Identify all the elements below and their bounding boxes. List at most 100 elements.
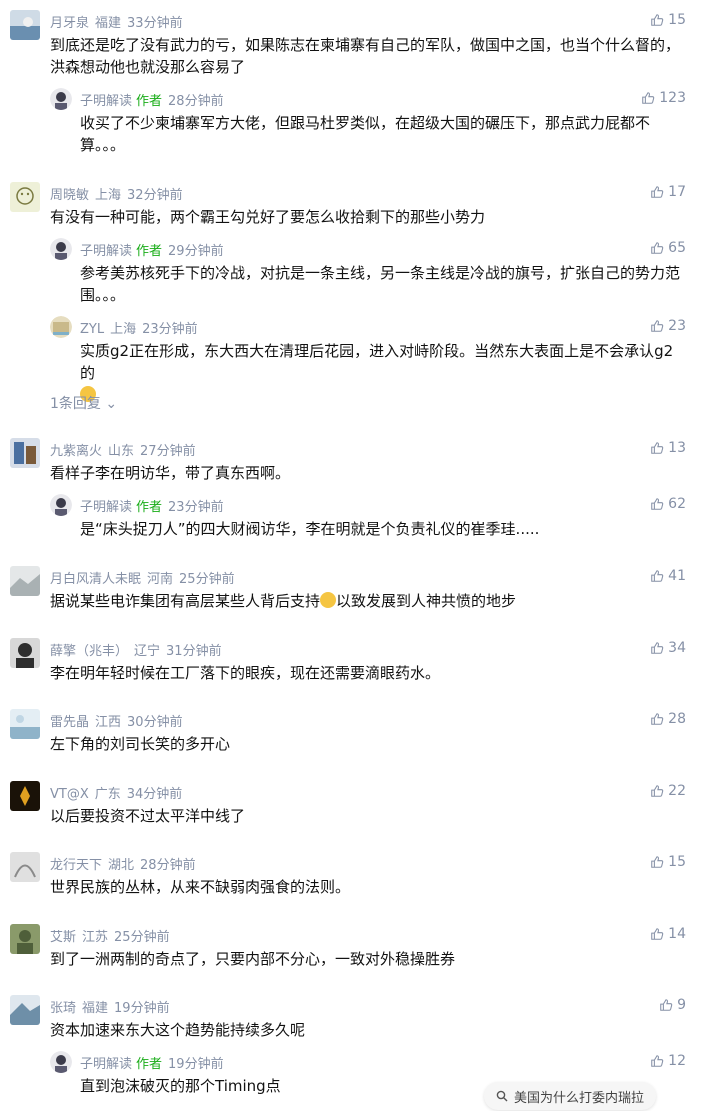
comment-text: 看样子李在明访华，带了真东西啊。 xyxy=(50,464,291,482)
user-name[interactable]: 月牙泉 xyxy=(50,16,89,31)
like-button[interactable]: 22 xyxy=(650,783,686,799)
user-name[interactable]: 九紫离火 xyxy=(50,444,102,459)
like-button[interactable]: 13 xyxy=(650,440,686,456)
like-count: 13 xyxy=(668,440,686,456)
like-button[interactable]: 14 xyxy=(650,926,686,942)
avatar[interactable] xyxy=(10,995,40,1025)
like-button[interactable]: 17 xyxy=(650,184,686,200)
like-count: 15 xyxy=(668,854,686,870)
comment-text: 资本加速来东大这个趋势能持续多久呢 xyxy=(50,1021,306,1039)
user-name[interactable]: 雷先晶 xyxy=(50,715,89,730)
comment-text: 是“床头捉刀人”的四大财阀访华，李在明就是个负责礼仪的崔季珪..... xyxy=(80,520,540,538)
thumbs-up-icon xyxy=(651,1055,664,1067)
user-name[interactable]: 月白风清人未眠 xyxy=(50,572,141,587)
more-replies-link[interactable]: 1条回复 ⌄ xyxy=(50,393,117,413)
avatar[interactable] xyxy=(50,88,72,110)
user-name[interactable]: 张琦 xyxy=(50,1001,76,1016)
timestamp: 32分钟前 xyxy=(127,188,183,203)
like-button[interactable]: 15 xyxy=(650,854,686,870)
reply-item: ZYL 上海 23分钟前 实质g2正在形成，东大西大在清理后花园，进入对峙阶段。当然… xyxy=(0,316,704,402)
like-count: 123 xyxy=(659,90,686,106)
avatar[interactable] xyxy=(10,10,40,40)
author-tag: 作者 xyxy=(136,244,163,259)
avatar[interactable] xyxy=(10,924,40,954)
like-button[interactable]: 34 xyxy=(650,640,686,656)
search-suggestion-button[interactable]: 美国为什么打委内瑞拉 xyxy=(484,1082,657,1110)
user-name[interactable]: 子明解读 xyxy=(80,500,132,515)
like-button[interactable]: 23 xyxy=(650,318,686,334)
avatar[interactable] xyxy=(10,709,40,739)
comment-text-body: 实质g2正在形成，东大西大在清理后花园，进入对峙阶段。当然东大表面上是不会承认g… xyxy=(80,342,674,382)
timestamp: 31分钟前 xyxy=(166,644,222,659)
comment-text: 到底还是吃了没有武力的亏，如果陈志在柬埔寨有自己的军队，做国中之国，也当个什么督… xyxy=(50,36,681,76)
user-name[interactable]: 子明解读 xyxy=(80,244,132,259)
avatar[interactable] xyxy=(50,238,72,260)
location: 江苏 xyxy=(82,930,109,945)
thumbs-up-icon xyxy=(651,242,664,254)
location: 广东 xyxy=(94,787,121,802)
author-tag: 作者 xyxy=(136,1057,163,1072)
timestamp: 25分钟前 xyxy=(179,572,235,587)
timestamp: 25分钟前 xyxy=(114,930,170,945)
like-button[interactable]: 123 xyxy=(641,90,686,106)
comment-item: 艾斯 江苏 25分钟前 到了一洲两制的奇点了，只要内部不分心，一致对外稳操胜券 14 xyxy=(0,924,704,974)
comment-meta: 子明解读 作者 19分钟前 xyxy=(80,1053,224,1072)
comment-item: 龙行天下 湖北 28分钟前 世界民族的丛林，从来不缺弱肉强食的法则。 15 xyxy=(0,852,704,902)
avatar[interactable] xyxy=(10,781,40,811)
user-name[interactable]: 薛擎（兆丰） xyxy=(50,644,128,659)
avatar[interactable] xyxy=(10,852,40,882)
avatar[interactable] xyxy=(50,1051,72,1073)
comment-meta: VT@X 广东 34分钟前 xyxy=(50,783,182,802)
comment-text: 以后要投资不过太平洋中线了 xyxy=(50,807,246,825)
timestamp: 30分钟前 xyxy=(127,715,183,730)
location: 河南 xyxy=(147,572,174,587)
comment-text: 李在明年轻时候在工厂落下的眼疾，现在还需要滴眼药水。 xyxy=(50,664,441,682)
like-button[interactable]: 65 xyxy=(650,240,686,256)
comment-text: 收买了不少柬埔寨军方大佬，但跟马杜罗类似，在超级大国的碾压下，那点武力屁都不算。… xyxy=(80,114,651,154)
like-button[interactable]: 15 xyxy=(650,12,686,28)
avatar[interactable] xyxy=(10,566,40,596)
location: 山东 xyxy=(108,444,135,459)
like-count: 62 xyxy=(668,496,686,512)
like-count: 65 xyxy=(668,240,686,256)
like-count: 41 xyxy=(668,568,686,584)
avatar[interactable] xyxy=(10,638,40,668)
thumbs-up-icon xyxy=(651,713,664,725)
comment-text: 实质g2正在形成，东大西大在清理后花园，进入对峙阶段。当然东大表面上是不会承认g… xyxy=(80,340,680,406)
user-name[interactable]: 艾斯 xyxy=(50,930,76,945)
user-name[interactable]: 子明解读 xyxy=(80,1057,132,1072)
like-button[interactable]: 12 xyxy=(650,1053,686,1069)
comment-meta: 子明解读 作者 29分钟前 xyxy=(80,240,224,259)
user-name[interactable]: 龙行天下 xyxy=(50,858,102,873)
like-count: 12 xyxy=(668,1053,686,1069)
location: 福建 xyxy=(82,1001,109,1016)
thumbs-up-icon xyxy=(651,642,664,654)
comment-text: 参考美苏核死手下的冷战，对抗是一条主线，另一条主线是冷战的旗号，扩张自己的势力范… xyxy=(80,264,681,304)
comment-item: 雷先晶 江西 30分钟前 左下角的刘司长笑的多开心 28 xyxy=(0,709,704,759)
comment-item: VT@X 广东 34分钟前 以后要投资不过太平洋中线了 22 xyxy=(0,781,704,831)
comment-meta: 薛擎（兆丰） 辽宁 31分钟前 xyxy=(50,640,222,659)
user-name[interactable]: VT@X xyxy=(50,787,89,802)
thumbs-up-icon xyxy=(651,498,664,510)
like-count: 15 xyxy=(668,12,686,28)
avatar[interactable] xyxy=(10,182,40,212)
comment-text: 据说某些电诈集团有高层某些人背后支持 以致发展到人神共愤的地步 xyxy=(50,590,680,612)
timestamp: 19分钟前 xyxy=(168,1057,224,1072)
avatar[interactable] xyxy=(50,494,72,516)
like-button[interactable]: 9 xyxy=(659,997,686,1013)
location: 辽宁 xyxy=(134,644,161,659)
comment-item: 周晓敏 上海 32分钟前 有没有一种可能，两个霸王勾兑好了要怎么收拾剩下的那些小势力… xyxy=(0,182,704,232)
avatar[interactable] xyxy=(10,438,40,468)
like-button[interactable]: 28 xyxy=(650,711,686,727)
user-name[interactable]: 周晓敏 xyxy=(50,188,89,203)
comment-meta: 月牙泉 福建 33分钟前 xyxy=(50,12,183,31)
user-name[interactable]: 子明解读 xyxy=(80,94,132,109)
comment-text: 有没有一种可能，两个霸王勾兑好了要怎么收拾剩下的那些小势力 xyxy=(50,208,486,226)
user-name[interactable]: ZYL xyxy=(80,322,104,337)
thumbs-up-icon xyxy=(642,92,655,104)
avatar[interactable] xyxy=(50,316,72,338)
like-button[interactable]: 62 xyxy=(650,496,686,512)
comment-meta: 月白风清人未眠 河南 25分钟前 xyxy=(50,568,235,587)
location: 福建 xyxy=(95,16,122,31)
like-button[interactable]: 41 xyxy=(650,568,686,584)
